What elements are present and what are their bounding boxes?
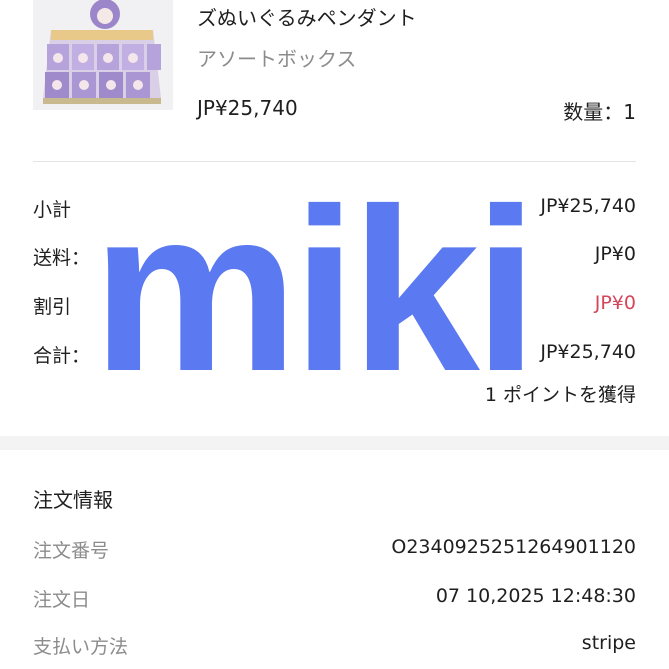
section-separator bbox=[0, 436, 669, 450]
order-date-value: 07 10,2025 12:48:30 bbox=[435, 585, 636, 607]
order-date-label: 注文日 bbox=[33, 589, 91, 611]
order-number-value[interactable]: O2340925251264901120 bbox=[391, 536, 636, 558]
product-card[interactable]: ズぬいぐるみペンダント アソートボックス JP¥25,740 数量：1 bbox=[0, 0, 669, 162]
shipping-label: 送料： bbox=[33, 247, 91, 269]
product-box-image bbox=[33, 0, 173, 110]
payment-method-row: 支払い方法 stripe bbox=[33, 632, 636, 662]
total-value: JP¥25,740 bbox=[540, 341, 636, 363]
payment-method-value: stripe bbox=[581, 632, 636, 654]
shipping-value: JP¥0 bbox=[594, 243, 636, 265]
product-image[interactable] bbox=[33, 0, 173, 110]
product-price: JP¥25,740 bbox=[197, 96, 298, 120]
discount-row: 割引 JP¥0 bbox=[33, 292, 636, 322]
subtotal-label: 小計 bbox=[33, 199, 72, 221]
subtotal-row: 小計 JP¥25,740 bbox=[33, 195, 636, 225]
order-date-row: 注文日 07 10,2025 12:48:30 bbox=[33, 585, 636, 615]
product-variant: アソートボックス bbox=[197, 47, 357, 71]
order-number-row: 注文番号 O2340925251264901120 bbox=[33, 536, 636, 566]
product-name[interactable]: ズぬいぐるみペンダント bbox=[197, 2, 417, 31]
divider bbox=[33, 161, 636, 162]
discount-value: JP¥0 bbox=[594, 292, 636, 314]
points-earned: 1 ポイントを獲得 bbox=[484, 384, 636, 406]
product-quantity: 数量：1 bbox=[563, 100, 636, 124]
discount-label: 割引 bbox=[33, 296, 72, 318]
shipping-row: 送料： JP¥0 bbox=[33, 243, 636, 273]
order-number-label: 注文番号 bbox=[33, 540, 110, 562]
subtotal-value: JP¥25,740 bbox=[540, 195, 636, 217]
order-detail-page: ズぬいぐるみペンダント アソートボックス JP¥25,740 数量：1 小計 J… bbox=[0, 0, 669, 669]
payment-method-label: 支払い方法 bbox=[33, 636, 129, 658]
order-info-title: 注文情報 bbox=[33, 488, 113, 512]
total-row: 合計： JP¥25,740 bbox=[33, 341, 636, 371]
total-label: 合計： bbox=[33, 345, 91, 367]
